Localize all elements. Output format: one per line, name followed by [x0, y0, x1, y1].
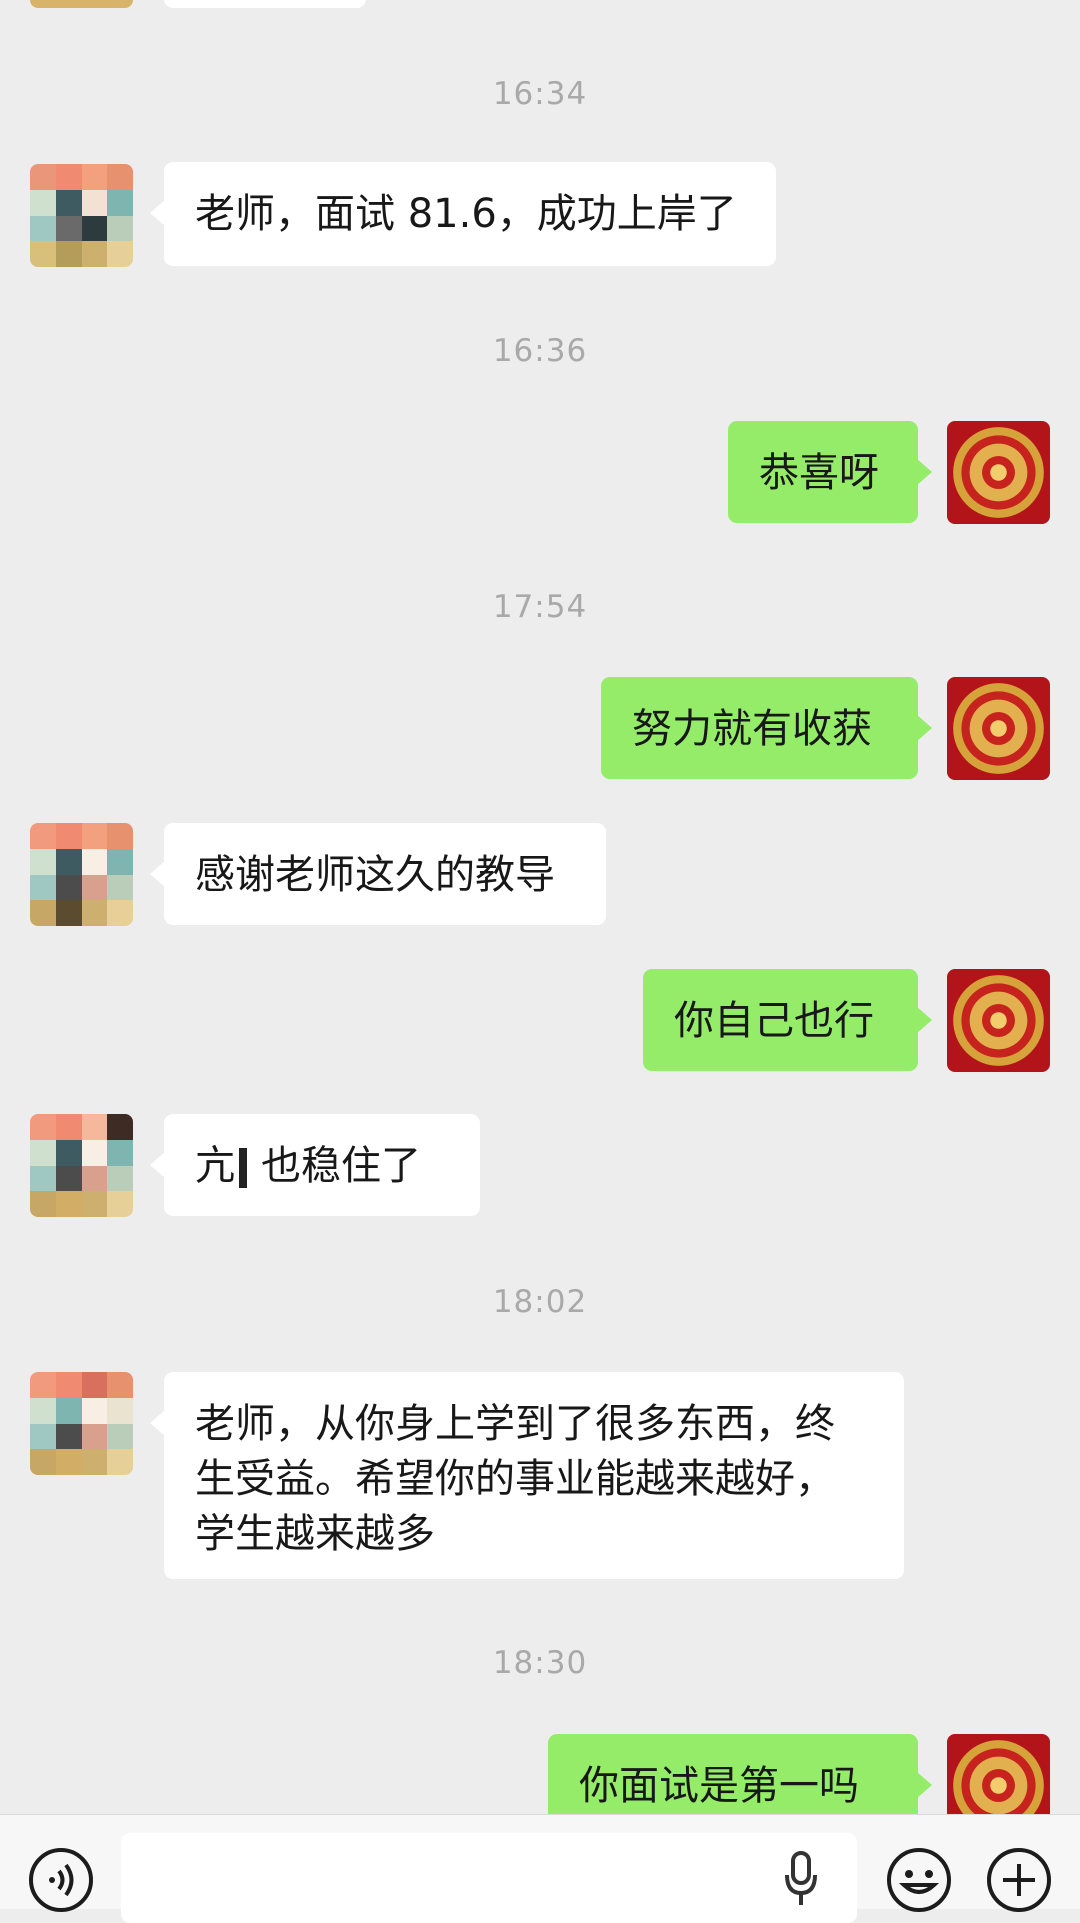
timestamp: 16:34	[492, 76, 588, 112]
message-input[interactable]	[121, 1833, 857, 1923]
timestamp: 16:36	[492, 333, 588, 369]
contact-avatar[interactable]	[30, 1114, 133, 1217]
message-text: 老师，从你身上学到了很多东西，终生受益。希望你的事业能越来越好，学生越来越多	[195, 1401, 835, 1557]
voice-icon[interactable]	[28, 1847, 94, 1913]
message-text: 感谢老师这久的教导	[195, 852, 555, 898]
contact-avatar[interactable]	[30, 823, 133, 926]
message-bubble-received[interactable]: 老师，从你身上学到了很多东西，终生受益。希望你的事业能越来越好，学生越来越多	[150, 1372, 904, 1579]
cut-off-message-bubble	[164, 0, 366, 8]
microphone-icon[interactable]	[783, 1851, 819, 1907]
emoji-icon[interactable]	[886, 1847, 952, 1913]
ornament-avatar-icon	[947, 1734, 1050, 1814]
redaction-mark	[239, 1148, 259, 1188]
self-avatar[interactable]	[947, 421, 1050, 524]
message-bubble-sent[interactable]: 你自己也行	[643, 969, 932, 1071]
cut-off-avatar	[30, 0, 133, 8]
timestamp: 18:30	[492, 1645, 588, 1681]
message-bubble-received[interactable]: 老师，面试 81.6，成功上岸了	[150, 162, 776, 266]
self-avatar[interactable]	[947, 969, 1050, 1072]
timestamp: 18:02	[492, 1284, 588, 1320]
message-text: 也稳住了	[261, 1143, 421, 1189]
message-text: 努力就有收获	[632, 706, 872, 752]
message-bubble-sent[interactable]: 你面试是第一吗	[548, 1734, 932, 1814]
message-text: 你面试是第一吗	[579, 1763, 859, 1809]
contact-avatar[interactable]	[30, 164, 133, 267]
self-avatar[interactable]	[947, 1734, 1050, 1814]
message-text: 恭喜呀	[759, 450, 879, 496]
ornament-avatar-icon	[947, 677, 1050, 780]
message-text-prefix: 亢	[195, 1143, 235, 1189]
timestamp: 17:54	[492, 589, 588, 625]
chat-history[interactable]: 16:34 老师，面试 81.6，成功上岸了 16:36 恭喜呀 17:54 努…	[0, 0, 1080, 1814]
message-bubble-received[interactable]: 亢也稳住了	[150, 1114, 480, 1216]
input-bar	[0, 1814, 1080, 1923]
add-icon[interactable]	[986, 1847, 1052, 1913]
message-text: 你自己也行	[674, 998, 874, 1044]
message-text: 老师，面试 81.6，成功上岸了	[195, 191, 737, 237]
ornament-avatar-icon	[947, 969, 1050, 1072]
message-bubble-sent[interactable]: 恭喜呀	[728, 421, 932, 523]
message-bubble-received[interactable]: 感谢老师这久的教导	[150, 823, 606, 925]
ornament-avatar-icon	[947, 421, 1050, 524]
contact-avatar[interactable]	[30, 1372, 133, 1475]
message-bubble-sent[interactable]: 努力就有收获	[601, 677, 932, 779]
self-avatar[interactable]	[947, 677, 1050, 780]
